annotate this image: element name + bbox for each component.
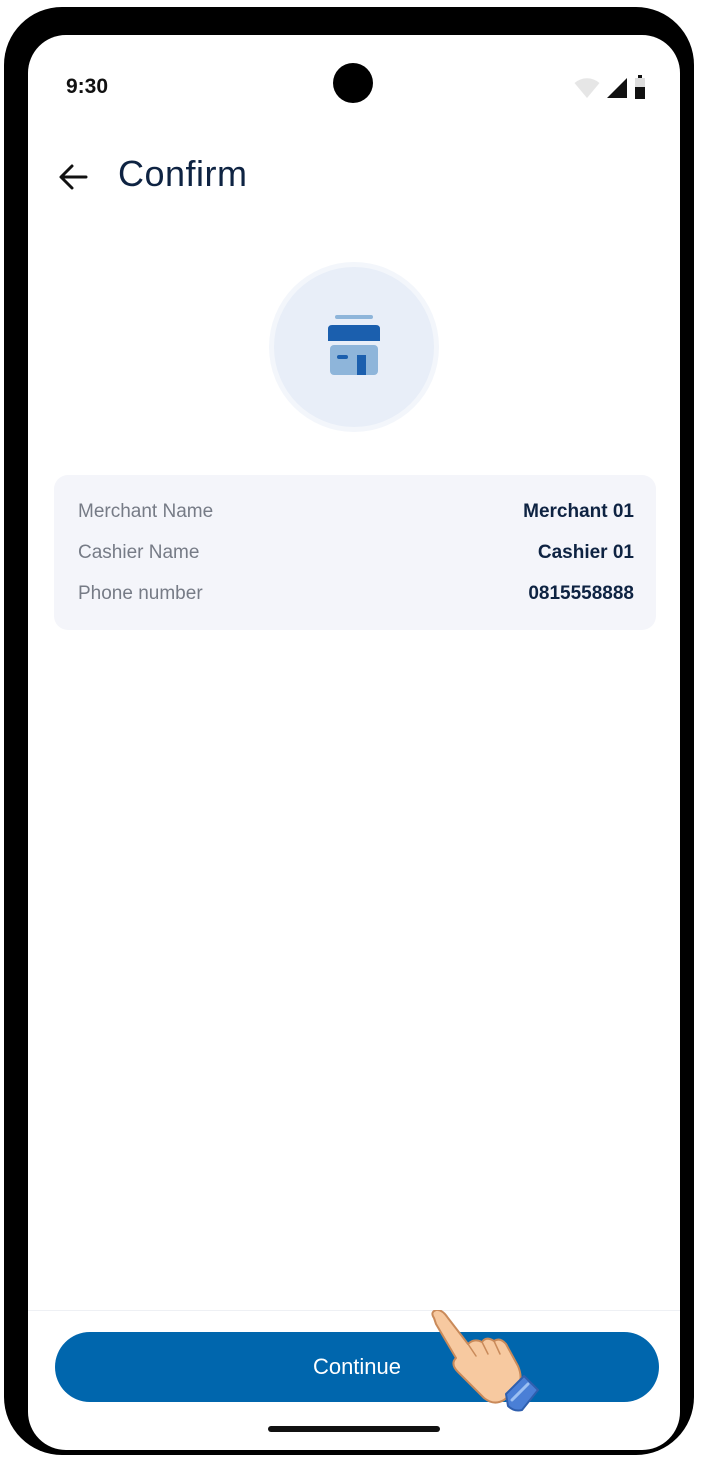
merchant-avatar xyxy=(274,267,434,427)
arrow-left-icon xyxy=(59,164,88,190)
phone-frame: 9:30 Confirm Merchant Name Merchant 01 C… xyxy=(4,7,694,1455)
back-button[interactable] xyxy=(54,157,94,197)
signal-icon xyxy=(607,78,627,98)
status-bar: 9:30 xyxy=(28,35,680,135)
app-screen: 9:30 Confirm Merchant Name Merchant 01 C… xyxy=(28,35,680,1450)
merchant-name-value: Merchant 01 xyxy=(523,501,634,522)
phone-number-label: Phone number xyxy=(78,583,203,604)
merchant-name-row: Merchant Name Merchant 01 xyxy=(78,501,634,531)
store-icon xyxy=(328,315,380,375)
battery-icon xyxy=(635,75,645,99)
status-icons xyxy=(574,75,646,99)
cashier-name-label: Cashier Name xyxy=(78,542,200,563)
continue-button[interactable]: Continue xyxy=(55,1332,659,1402)
merchant-details-card: Merchant Name Merchant 01 Cashier Name C… xyxy=(54,475,656,630)
wifi-icon xyxy=(574,78,600,98)
status-time: 9:30 xyxy=(66,75,109,98)
home-indicator[interactable] xyxy=(268,1426,440,1432)
phone-number-value: 0815558888 xyxy=(528,583,634,604)
footer-divider xyxy=(28,1310,680,1311)
camera-cutout xyxy=(333,63,373,103)
phone-number-row: Phone number 0815558888 xyxy=(78,583,634,613)
merchant-name-label: Merchant Name xyxy=(78,501,214,522)
cashier-name-row: Cashier Name Cashier 01 xyxy=(78,542,634,572)
app-header: Confirm xyxy=(28,147,680,207)
cashier-name-value: Cashier 01 xyxy=(537,542,634,563)
page-title: Confirm xyxy=(118,153,248,194)
